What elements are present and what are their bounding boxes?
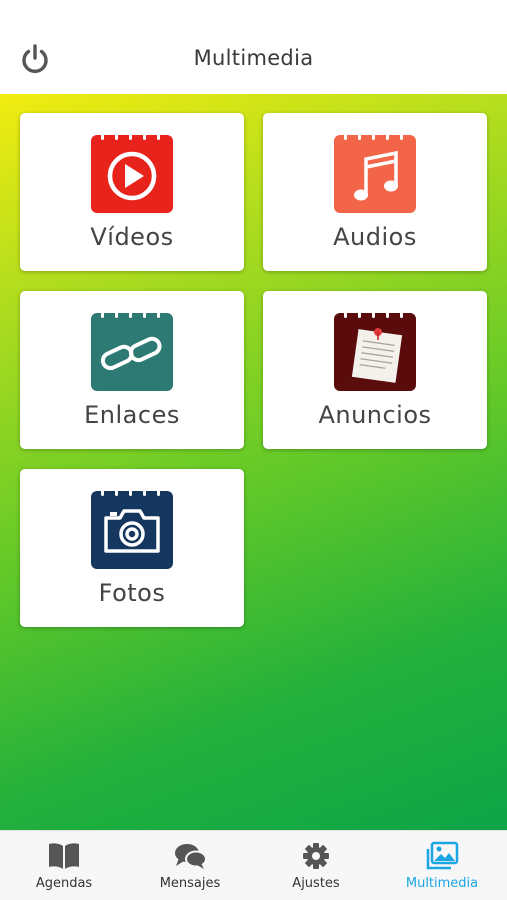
audios-tile[interactable]: Audios: [263, 113, 487, 271]
tab-agendas[interactable]: Agendas: [1, 831, 127, 900]
camera-icon: [91, 485, 173, 569]
tile-label: Audios: [333, 223, 417, 251]
page-title: Multimedia: [193, 46, 314, 70]
tile-label: Anuncios: [318, 401, 432, 429]
fotos-tile[interactable]: Fotos: [20, 469, 244, 627]
videos-tile[interactable]: Vídeos: [20, 113, 244, 271]
app-header: Multimedia: [0, 0, 507, 94]
anuncios-tile[interactable]: Anuncios: [263, 291, 487, 449]
enlaces-tile[interactable]: Enlaces: [20, 291, 244, 449]
tile-label: Fotos: [98, 579, 166, 607]
bottom-tab-bar: Agendas Mensajes Ajustes Multimedia: [0, 830, 507, 900]
tab-multimedia[interactable]: Multimedia: [379, 831, 505, 900]
multimedia-grid: Vídeos Audios Enlaces Anuncios Fotos: [0, 94, 507, 830]
tab-label: Multimedia: [405, 876, 479, 891]
chat-bubbles-icon: [175, 844, 207, 869]
music-note-icon: [334, 129, 416, 213]
note-pin-icon: [334, 307, 416, 391]
tab-label: Mensajes: [159, 876, 221, 891]
gear-icon: [303, 843, 329, 869]
tile-label: Enlaces: [84, 401, 180, 429]
tab-label: Agendas: [35, 876, 93, 891]
images-icon: [426, 841, 459, 870]
tab-ajustes[interactable]: Ajustes: [253, 831, 379, 900]
book-icon: [49, 843, 79, 869]
tab-label: Ajustes: [292, 876, 340, 891]
tile-label: Vídeos: [90, 223, 174, 251]
video-play-icon: [91, 129, 173, 213]
tab-mensajes[interactable]: Mensajes: [127, 831, 253, 900]
link-icon: [91, 307, 173, 391]
